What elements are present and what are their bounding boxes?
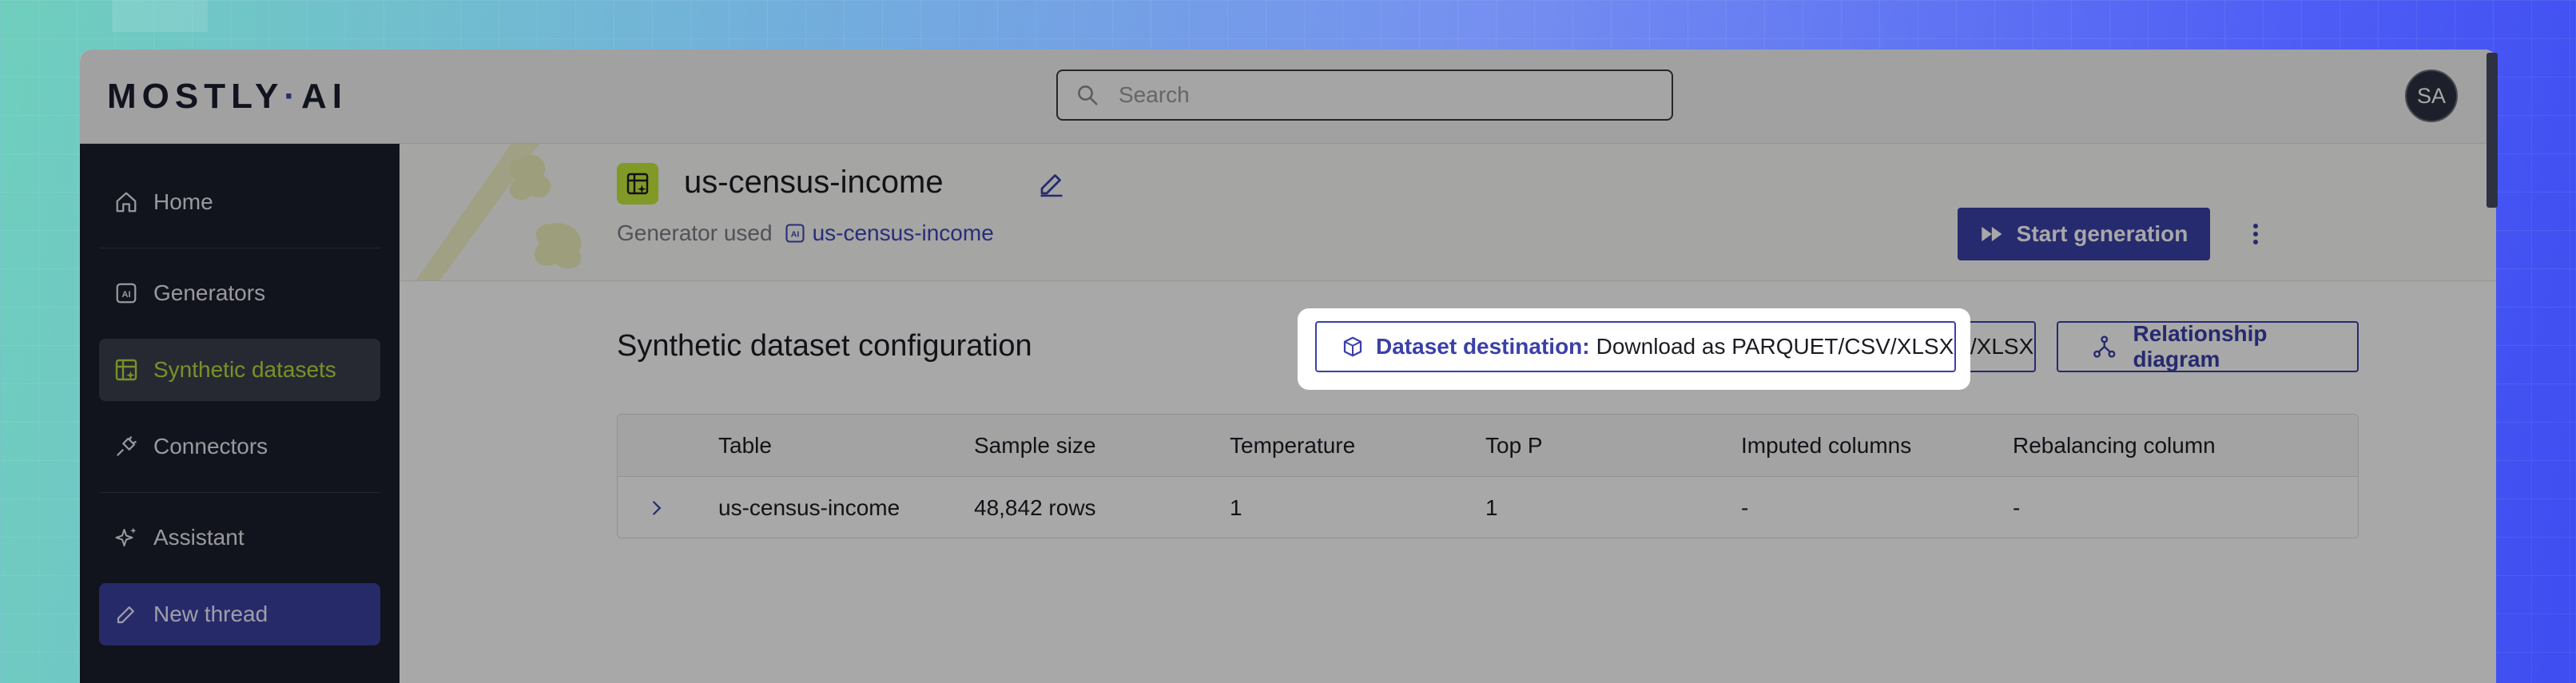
column-header: Imputed columns [1741, 433, 1912, 458]
decorative-shapes-icon [415, 144, 582, 280]
sidebar-item-label: Assistant [153, 525, 244, 550]
table-row[interactable]: us-census-income 48,842 rows 1 1 - - [618, 477, 2358, 538]
ai-chip-icon: AI [112, 279, 141, 308]
sidebar: Home AI Generators Synthetic datasets Co… [80, 144, 400, 683]
kebab-menu-icon [2253, 224, 2258, 244]
section-title: Synthetic dataset configuration [617, 329, 1032, 363]
chevron-right-icon[interactable] [645, 496, 669, 520]
start-generation-label: Start generation [2016, 221, 2188, 246]
package-icon [1343, 336, 1362, 357]
ai-chip-icon: AI [785, 224, 805, 243]
sidebar-item-synthetic-datasets[interactable]: Synthetic datasets [99, 339, 380, 401]
top-bar: MOSTLY·AI SA [80, 50, 2496, 144]
search-icon [1078, 85, 1098, 105]
background-block [112, 0, 208, 32]
dataset-header: us-census-income Generator used AI us-ce… [400, 144, 2496, 281]
scroll-handle[interactable] [2487, 53, 2498, 208]
relationship-diagram-label: Relationship diagram [2133, 321, 2268, 371]
sidebar-item-home[interactable]: Home [99, 171, 380, 233]
generator-used-label: Generator used [617, 220, 773, 245]
sidebar-item-label: Generators [153, 280, 266, 305]
column-header: Top P [1485, 433, 1543, 458]
logo-dot: · [284, 77, 301, 116]
table-cell: 48,842 rows [974, 495, 1096, 520]
table-sparkle-icon [112, 355, 141, 384]
table-header: Table Sample size Temperature Top P Impu… [618, 415, 2358, 477]
logo[interactable]: MOSTLY·AI [107, 77, 348, 117]
sidebar-item-connectors[interactable]: Connectors [99, 415, 380, 478]
diagram-icon [2093, 336, 2116, 358]
table-cell: 1 [1230, 495, 1242, 520]
column-header: Temperature [1230, 433, 1356, 458]
svg-text:AI: AI [790, 230, 799, 240]
page-title: us-census-income [684, 165, 944, 200]
search-box[interactable] [1056, 69, 1673, 121]
sidebar-divider [99, 492, 380, 493]
dataset-type-icon [617, 163, 658, 205]
sidebar-item-generators[interactable]: AI Generators [99, 262, 380, 324]
logo-text-right: AI [300, 77, 348, 116]
column-header: Table [718, 433, 772, 458]
edit-title-icon[interactable] [1037, 169, 1066, 198]
column-header: Sample size [974, 433, 1096, 458]
sparkle-icon [112, 523, 141, 552]
relationship-diagram-button[interactable]: Relationship diagram [2057, 321, 2359, 372]
svg-text:AI: AI [121, 290, 130, 300]
logo-text-left: MOSTLY [107, 77, 284, 116]
sidebar-item-label: New thread [153, 602, 268, 626]
more-options-button[interactable] [2244, 211, 2268, 257]
main-content: us-census-income Generator used AI us-ce… [400, 144, 2496, 683]
fast-forward-icon [1981, 226, 2002, 242]
highlighted-dataset-destination-button[interactable]: Dataset destination: Download as PARQUET… [1315, 321, 1956, 372]
sidebar-item-label: Connectors [153, 434, 268, 459]
table-cell: us-census-income [718, 495, 900, 520]
sidebar-item-label: Home [153, 189, 213, 214]
destination-value: Download as PARQUET/CSV/XLSX [1596, 334, 1954, 359]
table-cell: - [2013, 495, 2021, 520]
search-input[interactable] [1119, 82, 1662, 108]
home-icon [112, 188, 141, 216]
avatar[interactable]: SA [2405, 69, 2458, 122]
start-generation-button[interactable]: Start generation [1958, 208, 2210, 260]
sidebar-item-new-thread[interactable]: New thread [99, 583, 380, 645]
generator-used: Generator used AI us-census-income [617, 220, 994, 246]
destination-label: Dataset destination: [1376, 334, 1590, 359]
sidebar-item-assistant[interactable]: Assistant [99, 506, 380, 569]
table-cell: 1 [1485, 495, 1498, 520]
sidebar-item-label: Synthetic datasets [153, 357, 336, 382]
config-table: Table Sample size Temperature Top P Impu… [617, 414, 2359, 538]
generator-link[interactable]: us-census-income [813, 220, 994, 246]
plug-icon [112, 432, 141, 461]
app-window: MOSTLY·AI SA Home AI Generators Syntheti… [80, 50, 2496, 683]
column-header: Rebalancing column [2013, 433, 2216, 458]
table-cell: - [1741, 495, 1749, 520]
pencil-icon [112, 600, 141, 629]
